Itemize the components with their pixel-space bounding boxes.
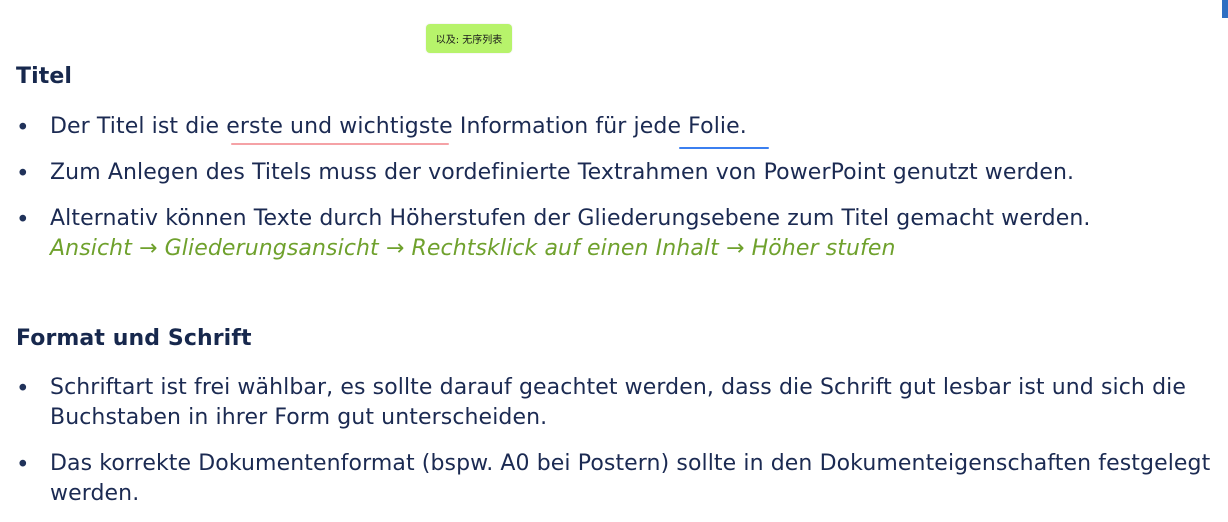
bullet-item-title-info: • Der Titel ist die erste und wichtigste… xyxy=(16,112,1216,144)
bullet-item-document-format: • Das korrekte Dokumentenformat (bspw. A… xyxy=(16,449,1216,509)
bullet-item-textframe: • Zum Anlegen des Titels muss der vordef… xyxy=(16,158,1216,190)
bullet-item-font: • Schriftart ist frei wählbar, es sollte… xyxy=(16,373,1216,433)
bullet-text: Das korrekte Dokumentenformat (bspw. A0 … xyxy=(50,451,1211,506)
bullet-dot: • xyxy=(16,452,30,478)
menu-path-text: Ansicht → Gliederungsansicht → Rechtskli… xyxy=(50,236,896,261)
section-title-format-und-schrift: Format und Schrift xyxy=(16,326,252,351)
bullet-text: Zum Anlegen des Titels muss der vordefin… xyxy=(50,160,1075,185)
bullet-dot: • xyxy=(16,115,30,141)
tooltip-badge: 以及: 无序列表 xyxy=(426,24,512,53)
bullet-item-outline-promote: • Alternativ können Texte durch Höherstu… xyxy=(16,204,1216,268)
spellcheck-underline-pink xyxy=(231,143,449,145)
edge-marker xyxy=(1222,0,1228,18)
bullet-dot: • xyxy=(16,207,30,233)
bullet-text: Der Titel ist die erste und wichtigste I… xyxy=(50,114,747,139)
bullet-text: Schriftart ist frei wählbar, es sollte d… xyxy=(50,375,1186,430)
bullet-text: Alternativ können Texte durch Höherstufe… xyxy=(50,206,1091,231)
spellcheck-underline-blue xyxy=(679,147,769,149)
section-title-titel: Titel xyxy=(16,64,73,89)
bullet-dot: • xyxy=(16,376,30,402)
bullet-dot: • xyxy=(16,161,30,187)
